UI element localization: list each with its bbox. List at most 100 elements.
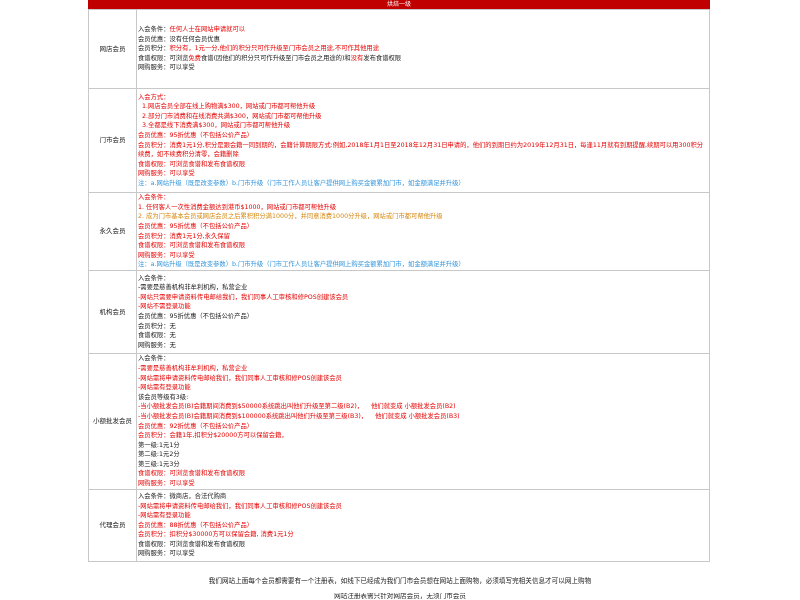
member-tier-row: 永久会员 入会条件： 1. 任何客人一次性消费金额达到港币$1000，网站或门市都可… xyxy=(88,192,710,271)
membership-tier-table-body: 网店会员 入会条件：任何人士在网站申请就可以 会员优惠：没有任何会员优惠 会员积分：积… xyxy=(88,9,710,562)
rule-text: -网站需将申请资料传电邮给我们，我们同事人工审核和修POS创建该会员 xyxy=(138,374,342,382)
rule-text: 会员优惠：没有任何会员优惠 xyxy=(138,35,220,43)
rule-text: 会员优惠：95折优惠（不包括公价产品） xyxy=(138,222,254,230)
member-tier-label: 网店会员 xyxy=(88,9,137,89)
rule-text: 食谱(因他们的积分只可作升级至门市会员之用途的)和 xyxy=(200,54,351,62)
rule-text: 会员积分：扣积分$30000方可以保留会籍, 消费1元1分 xyxy=(138,531,294,539)
rule-line: 会员积分：消费1元1分,积分是跟会籍一同到期的，会籍计算期限方式:例如,2018… xyxy=(138,141,709,160)
member-tier-details: 入会条件： 1. 任何客人一次性消费金额达到港币$1000，网站或门市都可帮他升级… xyxy=(136,192,710,271)
rule-line: -当小额批发会员(B)会籍期间消费到$50000系统跳出叫他们升级至第二级(B2… xyxy=(138,402,709,412)
rule-text: 3.全都是线下消费满$300，网站或门市都可帮他升级 xyxy=(138,122,290,130)
rule-text: 会员积分：消费1元1分,永久保留 xyxy=(138,232,230,240)
rule-text: 入会条件： xyxy=(138,26,170,34)
rule-line: -网站只需要申请资料传电邮给我们，我们同事人工审核和修POS创建该会员 xyxy=(138,293,709,303)
rule-text: -当小额批发会员(B)会籍期间消费到$50000系统跳出叫他们升级至第二级(B2… xyxy=(138,403,456,411)
rule-text: 会员优惠：92折优惠（不包括公价产品） xyxy=(138,422,254,430)
rule-line: 网购服务：可以享受 xyxy=(138,479,709,488)
rule-line: 第三级:1元3分 xyxy=(138,460,709,470)
rule-line: 网购服务：可以享受 xyxy=(138,251,709,261)
rule-text: 注：a.网站升级（既是改变参数）b.门市升级（门市工作人员让客户提供网上购买金额… xyxy=(138,261,465,269)
member-tier-label: 机构会员 xyxy=(88,270,137,354)
rule-text: 网购服务：可以享受 xyxy=(138,480,195,488)
rule-line: 1. 任何客人一次性消费金额达到港币$1000，网站或门市都可帮他升级 xyxy=(138,203,709,213)
rule-text: 食谱权限：可浏览 xyxy=(138,54,189,62)
member-tier-row: 机构会员 入会条件： -需要是慈善机构非牟利机构，私营企业 -网站只需要申请资料传电邮… xyxy=(88,270,710,354)
rule-line: 入会条件： xyxy=(138,194,709,203)
rule-line: 会员优惠：95折优惠（不包括公价产品） xyxy=(138,131,709,141)
rule-line: 注：a.网站升级（既是改变参数）b.门市升级（门市工作人员让客户提供网上购买金额… xyxy=(138,260,709,269)
rule-text: 注：a.网站升级（既是改变参数）b.门市升级（门市工作人员让客户提供网上购买金额… xyxy=(138,179,465,187)
member-tier-details: 入会条件： -需要是慈善机构非牟利机构，私营企业 -网站只需要申请资料传电邮给我们，… xyxy=(136,270,710,354)
rule-text: 食谱权限：可浏览食谱和发布食谱权限 xyxy=(138,242,246,250)
rule-line: 会员积分：消费1元1分,永久保留 xyxy=(138,232,709,242)
member-tier-row: 小额批发会员 入会条件： -需要是慈善机构非牟利机构，私营企业 -网站需将申请资料传电… xyxy=(88,353,710,490)
rule-text: 会员积分： xyxy=(138,45,170,53)
rule-text: 食谱权限：可浏览食谱和发布食谱权限 xyxy=(138,540,246,548)
member-tier-details: 入会条件： -需要是慈善机构非牟利机构，私营企业 -网站需将申请资料传电邮给我们，我… xyxy=(136,353,710,490)
rule-line: 该会员等级有3级: xyxy=(138,393,709,403)
rule-text: 入会条件： xyxy=(138,355,170,363)
rule-text: 第三级:1元3分 xyxy=(138,460,180,468)
rule-line: -网站需将申请资料传电邮给我们，我们同事人工审核和修POS创建该会员 xyxy=(138,374,709,384)
rule-line: 会员积分：积分有，1元一分,他们的积分只可作升级至门市会员之用途,不可作其他用途 xyxy=(138,44,709,54)
rule-line: 第一级:1元1分 xyxy=(138,441,709,451)
rule-line: 入会条件： xyxy=(138,274,709,284)
rule-text: 食谱权限：可浏览食谱和发布食谱权限 xyxy=(138,160,246,168)
rule-line: -当小额批发会员(B)会籍期间消费到$100000系统跳出叫他们升级至第三级(B… xyxy=(138,412,709,422)
rule-text: 入会条件：微商店，合法代购商 xyxy=(138,492,227,500)
member-tier-label: 永久会员 xyxy=(88,192,137,271)
rule-line: 食谱权限：可浏览食谱和发布食谱权限 xyxy=(138,160,709,170)
rule-text: -网站需将申请资料传电邮给我们，我们同事人工审核和修POS创建该会员 xyxy=(138,502,342,510)
rule-line: 网购服务：可以享受 xyxy=(138,63,709,73)
rule-text: 会员优惠：95折优惠（不包括公价产品） xyxy=(138,313,254,320)
rule-line: 食谱权限：可浏览食谱和发布食谱权限 xyxy=(138,469,709,479)
rule-line: 网购服务：可以享受 xyxy=(138,549,709,559)
rule-line: -网站需将申请资料传电邮给我们，我们同事人工审核和修POS创建该会员 xyxy=(138,502,709,512)
rule-text: 网购服务：可以享受 xyxy=(138,170,195,178)
rule-line: 会员优惠：92折优惠（不包括公价产品） xyxy=(138,422,709,432)
rule-line: 会员优惠：没有任何会员优惠 xyxy=(138,35,709,45)
rule-line: 入会方式： xyxy=(138,93,709,103)
rule-line: 2.部分门市消费和在线消费共满$300，网站或门市都可帮他升级 xyxy=(138,112,709,122)
member-tier-row: 代理会员 入会条件：微商店，合法代购商 -网站需将申请资料传电邮给我们，我们同事人工… xyxy=(88,489,710,562)
rule-line: 会员优惠：95折优惠（不包括公价产品） xyxy=(138,222,709,232)
rule-line: 会员积分：无 xyxy=(138,322,709,332)
member-tier-details: 入会方式： 1.网店会员全部在线上购物满$300，网站或门市都可帮他升级 2.部… xyxy=(136,88,710,193)
membership-sheet: 烘焙一级 网店会员 入会条件：任何人士在网站申请就可以 会员优惠：没有任何会员优惠会… xyxy=(88,0,710,562)
rule-text: 入会条件： xyxy=(138,274,170,282)
rule-line: 网购服务：无 xyxy=(138,341,709,351)
rule-text: -需要是慈善机构非牟利机构，私营企业 xyxy=(138,364,248,372)
rule-text: -当小额批发会员(B)会籍期间消费到$100000系统跳出叫他们升级至第三级(B… xyxy=(138,412,460,420)
rule-line: 入会条件：微商店，合法代购商 xyxy=(138,492,709,502)
member-tier-details: 入会条件：微商店，合法代购商 -网站需将申请资料传电邮给我们，我们同事人工审核和修… xyxy=(136,489,710,562)
rule-line: 食谱权限：可浏览免费食谱(因他们的积分只可作升级至门市会员之用途的)和没有发布食… xyxy=(138,54,709,64)
rule-line: 1.网店会员全部在线上购物满$300，网站或门市都可帮他升级 xyxy=(138,102,709,112)
rule-line: 会员积分：扣积分$30000方可以保留会籍, 消费1元1分 xyxy=(138,530,709,540)
rule-line: 入会条件：任何人士在网站申请就可以 xyxy=(138,25,709,35)
rule-text: -网站不需登录功能 xyxy=(138,303,191,311)
rule-text: 该会员等级有3级: xyxy=(138,393,189,401)
rule-text: 会员积分：无 xyxy=(138,322,176,330)
rule-text: 食谱权限：无 xyxy=(138,332,176,340)
rule-text: 发布食谱权限 xyxy=(363,54,402,62)
rule-line: 网购服务：可以享受 xyxy=(138,169,709,179)
rule-text: 免费 xyxy=(188,54,201,62)
member-tier-row: 网店会员 入会条件：任何人士在网站申请就可以 会员优惠：没有任何会员优惠 会员积分：积… xyxy=(88,9,710,89)
rule-line: 第二级:1元2分 xyxy=(138,450,709,460)
rule-text: 积分有，1元一分,他们的积分只可作升级至门市会员之用途,不可作其他用途 xyxy=(169,45,379,53)
rule-text: 会员优惠：95折优惠（不包括公价产品） xyxy=(138,131,254,139)
member-tier-details: 入会条件：任何人士在网站申请就可以 会员优惠：没有任何会员优惠 会员积分：积分有，1… xyxy=(136,9,710,89)
member-tier-label: 门市会员 xyxy=(88,88,137,193)
rule-line: 2. 成为门市基本会员或网店会员之后累积积分满1000分，并同意消费1000分升… xyxy=(138,212,709,222)
rule-text: 食谱权限：可浏览食谱和发布食谱权限 xyxy=(138,470,246,478)
footer-note-2: 网站注册表需只针对网店会员，无须门市会员 xyxy=(334,593,466,600)
rule-line: -网站需有登录功能 xyxy=(138,383,709,393)
member-tier-label: 小额批发会员 xyxy=(88,353,137,490)
rule-text: -网站只需要申请资料传电邮给我们，我们同事人工审核和修POS创建该会员 xyxy=(138,293,349,301)
rule-text: 1. 任何客人一次性消费金额达到港币$1000，网站或门市都可帮他升级 xyxy=(138,203,337,211)
rule-text: -网站需有登录功能 xyxy=(138,384,191,392)
rule-text: 网购服务：可以享受 xyxy=(138,64,195,72)
rule-line: 3.全都是线下消费满$300，网站或门市都可帮他升级 xyxy=(138,121,709,131)
rule-text: 入会条件： xyxy=(138,194,170,202)
rule-text: 2.部分门市消费和在线消费共满$300，网站或门市都可帮他升级 xyxy=(138,112,322,120)
